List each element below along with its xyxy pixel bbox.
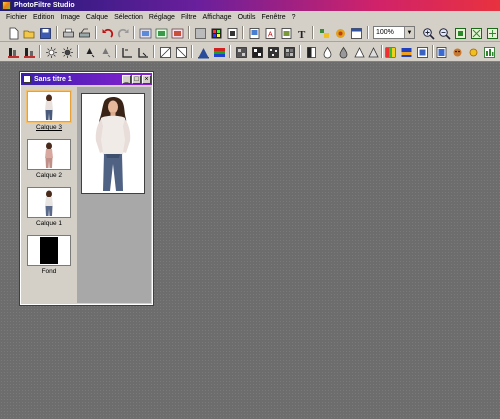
new-icon[interactable] xyxy=(6,26,19,40)
layer-item[interactable]: Calque 2 xyxy=(25,139,73,179)
grayscale-icon[interactable] xyxy=(196,45,209,59)
paste-icon[interactable] xyxy=(247,26,260,39)
doc-icon[interactable] xyxy=(279,26,292,39)
transparency-icon[interactable] xyxy=(209,26,222,39)
open-icon[interactable] xyxy=(22,26,35,39)
zoom-out-icon[interactable] xyxy=(437,26,451,40)
menu-reglage[interactable]: Réglage xyxy=(146,14,178,21)
layer-thumbnail[interactable] xyxy=(27,187,71,218)
layer-item[interactable]: Calque 1 xyxy=(25,187,73,227)
close-button[interactable]: × xyxy=(142,74,151,84)
layer-item[interactable]: Calque 3 xyxy=(25,90,73,131)
main-toolbar: A T 100% ▼ xyxy=(0,24,500,42)
menu-help[interactable]: ? xyxy=(289,14,299,21)
water-icon[interactable] xyxy=(336,45,349,59)
saturation-down-icon[interactable] xyxy=(136,45,149,58)
menu-affichage[interactable]: Affichage xyxy=(200,14,235,21)
auto-levels-icon[interactable] xyxy=(6,45,19,58)
blur-icon[interactable] xyxy=(234,45,247,58)
chevron-down-icon[interactable]: ▼ xyxy=(404,27,414,38)
menu-outils[interactable]: Outils xyxy=(235,14,259,21)
layer-name: Fond xyxy=(41,268,57,275)
frame-icon[interactable] xyxy=(415,45,428,58)
layer-thumbnail[interactable] xyxy=(26,90,72,123)
palette-icon[interactable] xyxy=(138,26,152,39)
minimize-button[interactable]: _ xyxy=(122,74,131,84)
triangle-icon[interactable] xyxy=(352,45,365,58)
drop-icon[interactable] xyxy=(320,45,333,59)
canvas-image[interactable] xyxy=(81,93,145,194)
auto-contrast-icon[interactable] xyxy=(22,45,35,58)
zoom-select[interactable]: 100% ▼ xyxy=(373,26,415,39)
menu-edition[interactable]: Edition xyxy=(30,14,57,21)
fill-icon[interactable] xyxy=(317,26,330,39)
paste-layer-icon[interactable]: A xyxy=(263,26,276,39)
menu-fichier[interactable]: Fichier xyxy=(3,14,30,21)
contrast-up-icon[interactable] xyxy=(82,45,95,58)
pencil-icon[interactable] xyxy=(366,45,379,58)
window-icon[interactable] xyxy=(349,26,362,39)
redo-icon[interactable] xyxy=(116,26,129,39)
rainbow-icon[interactable] xyxy=(383,45,396,58)
svg-text:A: A xyxy=(268,32,273,39)
text-icon[interactable]: T xyxy=(295,26,308,40)
dog-icon[interactable] xyxy=(450,45,463,58)
document-titlebar[interactable]: Sans titre 1 _ □ × xyxy=(21,73,152,85)
rgb-icon[interactable] xyxy=(212,45,225,58)
layer-name: Calque 3 xyxy=(35,124,63,131)
canvas-area[interactable] xyxy=(77,87,151,303)
filter-toolbar xyxy=(0,42,500,62)
menu-fenetre[interactable]: Fenêtre xyxy=(258,14,288,21)
actual-size-icon[interactable] xyxy=(469,26,482,39)
brush-icon[interactable] xyxy=(333,26,346,39)
menu-selection[interactable]: Sélection xyxy=(111,14,146,21)
menu-calque[interactable]: Calque xyxy=(83,14,111,21)
app-logo-icon xyxy=(2,1,11,10)
saturation-up-icon[interactable] xyxy=(120,45,133,58)
menu-image[interactable]: Image xyxy=(57,14,82,21)
layer-item[interactable]: Fond xyxy=(25,235,73,275)
maximize-button[interactable]: □ xyxy=(132,74,141,84)
image-icon[interactable] xyxy=(434,45,447,58)
menu-bar: Fichier Edition Image Calque Sélection R… xyxy=(0,11,500,24)
full-screen-icon[interactable] xyxy=(485,26,498,39)
sharpen-icon[interactable] xyxy=(250,45,263,58)
layer-name: Calque 1 xyxy=(35,220,63,227)
gamma-up-icon[interactable] xyxy=(158,45,171,58)
document-window: Sans titre 1 _ □ × Calque 3 Calque 2 Cal… xyxy=(19,71,154,306)
contrast-down-icon[interactable] xyxy=(98,45,111,58)
app-titlebar: PhotoFiltre Studio xyxy=(0,0,500,11)
undo-icon[interactable] xyxy=(100,26,114,39)
save-icon[interactable] xyxy=(38,26,51,39)
svg-text:T: T xyxy=(298,29,306,40)
brightness-up-icon[interactable] xyxy=(44,45,57,58)
mosaic-icon[interactable] xyxy=(282,45,295,58)
app-title: PhotoFiltre Studio xyxy=(14,2,75,9)
copy-layer-icon[interactable] xyxy=(225,26,238,39)
menu-filtre[interactable]: Filtre xyxy=(178,14,200,21)
image-size-icon[interactable] xyxy=(154,26,168,39)
half-fill-icon[interactable] xyxy=(304,45,317,58)
gamma-down-icon[interactable] xyxy=(174,45,187,58)
layer-name: Calque 2 xyxy=(35,172,63,179)
print-icon[interactable] xyxy=(61,26,74,39)
document-icon xyxy=(23,75,31,83)
flag-icon[interactable] xyxy=(399,45,412,58)
scan-icon[interactable] xyxy=(77,26,90,39)
noise-icon[interactable] xyxy=(266,45,279,58)
zoom-in-icon[interactable] xyxy=(421,26,435,40)
document-title: Sans titre 1 xyxy=(34,75,72,83)
fit-icon[interactable] xyxy=(453,26,466,39)
layer-thumbnail[interactable] xyxy=(27,235,71,266)
canvas-size-icon[interactable] xyxy=(170,26,184,39)
zoom-value: 100% xyxy=(376,29,394,36)
sun-icon[interactable] xyxy=(466,45,479,58)
brightness-down-icon[interactable] xyxy=(60,45,73,58)
layers-panel: Calque 3 Calque 2 Calque 1 Fond xyxy=(23,87,75,301)
layer-thumbnail[interactable] xyxy=(27,139,71,170)
bars-icon[interactable] xyxy=(482,45,495,58)
color-icon[interactable] xyxy=(193,26,206,39)
